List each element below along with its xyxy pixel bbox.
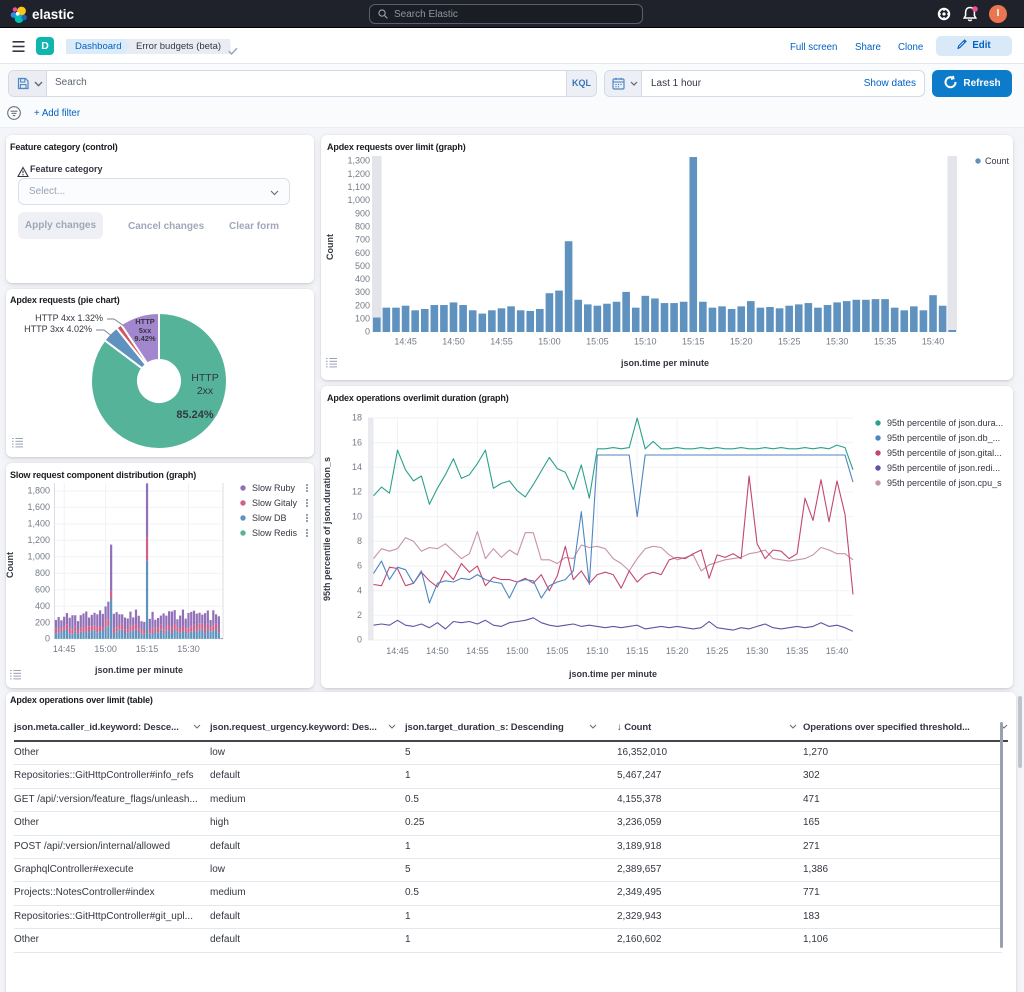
svg-text:0: 0 [45, 634, 50, 644]
svg-text:Slow DB: Slow DB [252, 513, 287, 523]
svg-text:15:40: 15:40 [922, 337, 945, 347]
svg-text:800: 800 [355, 222, 370, 232]
svg-text:14:55: 14:55 [490, 337, 513, 347]
svg-text:14:50: 14:50 [426, 646, 449, 656]
svg-text:15:15: 15:15 [136, 644, 159, 654]
svg-text:200: 200 [355, 300, 370, 310]
svg-text:600: 600 [355, 248, 370, 258]
svg-text:800: 800 [35, 568, 50, 578]
svg-text:700: 700 [355, 235, 370, 245]
svg-text:15:15: 15:15 [682, 337, 705, 347]
svg-text:2: 2 [357, 610, 362, 620]
svg-text:14: 14 [352, 462, 362, 472]
svg-text:16: 16 [352, 437, 362, 447]
svg-text:100: 100 [355, 314, 370, 324]
svg-text:200: 200 [35, 617, 50, 627]
svg-text:15:20: 15:20 [666, 646, 689, 656]
svg-text:15:05: 15:05 [586, 337, 609, 347]
svg-text:HTTP 4xx 1.32%: HTTP 4xx 1.32% [35, 313, 103, 323]
svg-text:400: 400 [355, 274, 370, 284]
svg-text:4: 4 [357, 585, 362, 595]
svg-text:2xx: 2xx [197, 385, 214, 397]
svg-text:HTTP: HTTP [135, 317, 155, 326]
svg-text:json.time per minute: json.time per minute [620, 358, 709, 368]
svg-text:6: 6 [357, 561, 362, 571]
svg-text:1,200: 1,200 [27, 535, 50, 545]
svg-text:14:45: 14:45 [53, 644, 76, 654]
svg-text:15:00: 15:00 [538, 337, 561, 347]
svg-text:json.time per minute: json.time per minute [94, 665, 183, 675]
svg-text:Slow Gitaly: Slow Gitaly [252, 498, 298, 508]
svg-text:HTTP: HTTP [191, 372, 218, 384]
svg-text:15:30: 15:30 [826, 337, 849, 347]
svg-text:14:45: 14:45 [394, 337, 417, 347]
svg-text:14:45: 14:45 [386, 646, 409, 656]
svg-text:1,100: 1,100 [347, 182, 370, 192]
svg-text:15:10: 15:10 [634, 337, 657, 347]
svg-text:1,400: 1,400 [27, 519, 50, 529]
svg-text:Slow Redis: Slow Redis [252, 528, 298, 538]
svg-text:15:05: 15:05 [546, 646, 569, 656]
svg-text:12: 12 [352, 487, 362, 497]
svg-text:15:25: 15:25 [706, 646, 729, 656]
svg-text:1,800: 1,800 [27, 486, 50, 496]
svg-text:1,000: 1,000 [347, 195, 370, 205]
svg-text:15:10: 15:10 [586, 646, 609, 656]
svg-text:10: 10 [352, 511, 362, 521]
svg-text:95th percentile of json.gital.: 95th percentile of json.gital... [887, 448, 1002, 458]
svg-text:14:55: 14:55 [466, 646, 489, 656]
svg-text:1,200: 1,200 [347, 169, 370, 179]
svg-text:Count: Count [985, 156, 1010, 166]
svg-text:18: 18 [352, 413, 362, 423]
svg-text:15:35: 15:35 [874, 337, 897, 347]
svg-text:95th percentile of json.dura..: 95th percentile of json.dura... [887, 418, 1003, 428]
svg-text:15:40: 15:40 [826, 646, 849, 656]
svg-text:95th percentile of json.db_...: 95th percentile of json.db_... [887, 433, 1000, 443]
svg-text:json.time per minute: json.time per minute [568, 669, 657, 679]
svg-text:Count: Count [325, 234, 335, 260]
svg-text:9.42%: 9.42% [134, 334, 156, 343]
svg-text:15:30: 15:30 [746, 646, 769, 656]
svg-text:15:30: 15:30 [177, 644, 200, 654]
svg-text:95th percentile of json.cpu_s: 95th percentile of json.cpu_s [887, 478, 1002, 488]
svg-text:85.24%: 85.24% [176, 409, 214, 421]
svg-text:15:00: 15:00 [506, 646, 529, 656]
svg-text:1,300: 1,300 [347, 156, 370, 166]
svg-text:95th percentile of json.durati: 95th percentile of json.duration_s [322, 457, 332, 601]
svg-text:15:20: 15:20 [730, 337, 753, 347]
svg-text:Count: Count [6, 552, 15, 578]
svg-text:14:50: 14:50 [442, 337, 465, 347]
svg-text:HTTP 3xx 4.02%: HTTP 3xx 4.02% [24, 324, 92, 334]
svg-text:400: 400 [35, 601, 50, 611]
svg-text:15:25: 15:25 [778, 337, 801, 347]
svg-text:8: 8 [357, 536, 362, 546]
svg-text:1,000: 1,000 [27, 552, 50, 562]
svg-text:300: 300 [355, 287, 370, 297]
svg-text:0: 0 [365, 327, 370, 337]
svg-text:900: 900 [355, 208, 370, 218]
svg-text:15:35: 15:35 [786, 646, 809, 656]
svg-text:500: 500 [355, 261, 370, 271]
svg-text:0: 0 [357, 635, 362, 645]
svg-text:15:15: 15:15 [626, 646, 649, 656]
svg-text:95th percentile of json.redi..: 95th percentile of json.redi... [887, 463, 1000, 473]
svg-text:Slow Ruby: Slow Ruby [252, 483, 296, 493]
svg-text:15:00: 15:00 [94, 644, 117, 654]
svg-text:600: 600 [35, 584, 50, 594]
svg-text:1,600: 1,600 [27, 502, 50, 512]
